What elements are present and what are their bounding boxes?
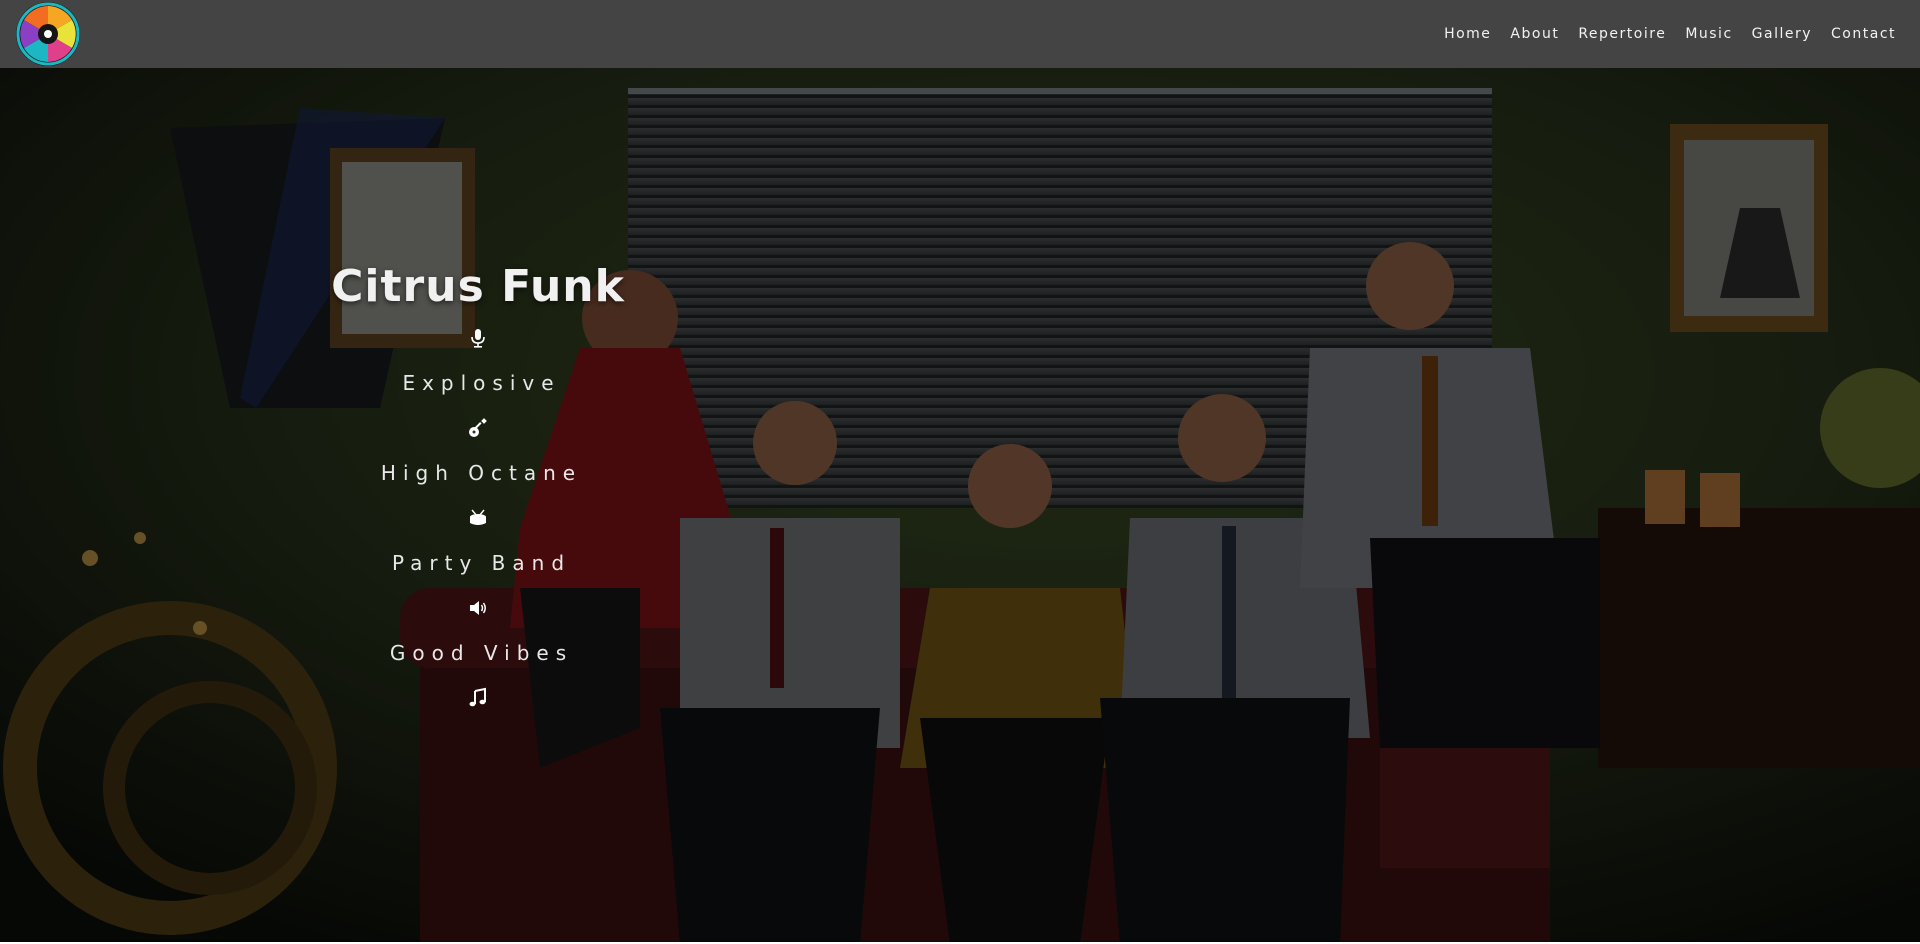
microphone-icon — [471, 329, 485, 348]
nav-gallery[interactable]: Gallery — [1752, 26, 1812, 42]
main-nav: Home About Repertoire Music Gallery Cont… — [1444, 0, 1896, 68]
guitar-icon — [469, 418, 487, 437]
icon-row-drum — [298, 496, 658, 540]
band-photo — [0, 68, 1920, 944]
tagline-high-octane: High Octane — [380, 461, 583, 485]
nav-contact[interactable]: Contact — [1831, 26, 1896, 42]
logo-graphic — [16, 2, 80, 66]
hero-tagline: Citrus Funk Explosive High Octane Party … — [298, 258, 658, 720]
icon-row-music-note — [298, 676, 658, 720]
music-note-icon — [469, 687, 486, 707]
tagline-good-vibes: Good Vibes — [389, 641, 574, 665]
citrus-funk-logo[interactable] — [16, 2, 80, 66]
site-header: Home About Repertoire Music Gallery Cont… — [0, 0, 1920, 68]
hero-section: Citrus Funk Explosive High Octane Party … — [0, 68, 1920, 944]
nav-about[interactable]: About — [1510, 26, 1559, 42]
drum-icon — [470, 509, 486, 525]
nav-home[interactable]: Home — [1444, 26, 1491, 42]
tagline-explosive: Explosive — [402, 371, 561, 395]
icon-row-microphone — [298, 316, 658, 360]
icon-row-speaker — [298, 586, 658, 630]
icon-row-guitar — [298, 406, 658, 450]
speaker-icon — [470, 601, 486, 615]
nav-music[interactable]: Music — [1685, 26, 1732, 42]
nav-repertoire[interactable]: Repertoire — [1578, 26, 1666, 42]
tagline-party-band: Party Band — [391, 551, 572, 575]
band-title: Citrus Funk — [331, 261, 625, 312]
